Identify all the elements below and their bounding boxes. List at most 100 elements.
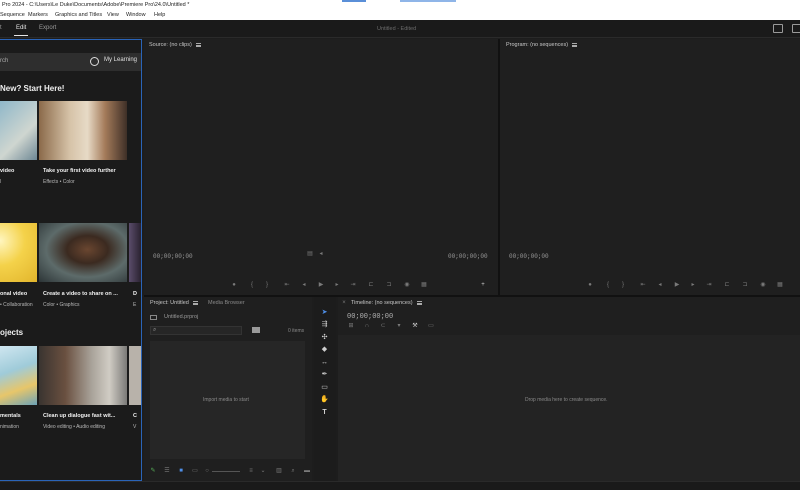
tutorial-thumbnail[interactable]: [39, 346, 127, 405]
project-tab[interactable]: Project: Untitled: [150, 300, 198, 306]
list-view-icon[interactable]: ☰: [164, 468, 170, 474]
learn-search-bar[interactable]: rch My Learning: [0, 53, 141, 71]
new-item-folder-icon[interactable]: ▬: [304, 468, 310, 474]
go-to-out-icon[interactable]: ⇥: [350, 282, 356, 288]
ripple-edit-tool-icon[interactable]: ✣: [320, 333, 329, 342]
card-title[interactable]: video: [0, 168, 14, 174]
card-title[interactable]: Create a video to share on ...: [43, 291, 118, 297]
menu-markers[interactable]: Markers: [28, 10, 48, 20]
step-forward-icon[interactable]: ▸: [334, 282, 340, 288]
new-bin-icon[interactable]: [252, 327, 260, 333]
project-tab-label[interactable]: Project: Untitled: [150, 300, 189, 306]
project-drop-area[interactable]: Import media to start: [150, 341, 305, 459]
nest-icon[interactable]: ⊞: [348, 323, 354, 329]
pen-tool-icon[interactable]: ✒: [320, 370, 329, 379]
lift-icon[interactable]: ⊏: [724, 282, 730, 288]
quick-export-icon[interactable]: [792, 24, 800, 33]
card-title[interactable]: onal video: [0, 291, 27, 297]
settings-icon[interactable]: ▤: [307, 251, 313, 257]
captions-icon[interactable]: ▭: [428, 323, 434, 329]
chevron-down-icon[interactable]: ⌄: [260, 468, 266, 474]
tutorial-thumbnail[interactable]: [0, 346, 37, 405]
learn-search-input[interactable]: rch: [0, 58, 8, 64]
tab-export[interactable]: Export: [39, 25, 56, 31]
card-title[interactable]: mentals: [0, 413, 21, 419]
workspace-icon[interactable]: [773, 24, 783, 33]
add-marker-icon[interactable]: ●: [587, 282, 593, 288]
timeline-timecode[interactable]: 00;00;00;00: [347, 313, 393, 321]
tutorial-thumbnail[interactable]: [0, 223, 37, 282]
media-browser-tab[interactable]: Media Browser: [208, 300, 245, 306]
mark-in-icon[interactable]: {: [605, 282, 611, 288]
menu-help[interactable]: Help: [154, 10, 165, 20]
menu-graphics-and-titles[interactable]: Graphics and Titles: [55, 10, 102, 20]
go-to-out-icon[interactable]: ⇥: [706, 282, 712, 288]
comparison-view-icon[interactable]: ▦: [777, 282, 783, 288]
linked-selection-icon[interactable]: ⊂: [380, 323, 386, 329]
tab-edit[interactable]: Edit: [13, 25, 29, 36]
track-select-tool-icon[interactable]: ⇶: [320, 320, 329, 329]
insert-icon[interactable]: ◂: [318, 251, 324, 257]
card-title[interactable]: Clean up dialogue fast wit...: [43, 413, 115, 419]
pencil-icon[interactable]: ✎: [150, 468, 156, 474]
timeline-drop-area[interactable]: Drop media here to create sequence.: [338, 335, 800, 481]
mark-in-icon[interactable]: {: [249, 282, 255, 288]
rectangle-tool-icon[interactable]: ▭: [320, 383, 329, 392]
type-tool-icon[interactable]: T: [320, 408, 329, 417]
magnet-icon[interactable]: ∩: [364, 323, 370, 329]
mark-out-icon[interactable]: }: [264, 282, 270, 288]
zoom-slider[interactable]: [212, 471, 240, 472]
tutorial-thumbnail[interactable]: [0, 101, 37, 160]
program-monitor-header[interactable]: Program: (no sequences): [506, 42, 578, 48]
insert-clip-icon[interactable]: ⊏: [368, 282, 374, 288]
user-icon[interactable]: [90, 57, 99, 66]
export-frame-icon[interactable]: ◉: [404, 282, 410, 288]
step-back-icon[interactable]: ◂: [301, 282, 307, 288]
extract-icon[interactable]: ⊐: [742, 282, 748, 288]
timeline-header[interactable]: Timeline: (no sequences): [351, 300, 422, 306]
play-icon[interactable]: ▶: [318, 282, 324, 288]
step-back-icon[interactable]: ◂: [657, 282, 663, 288]
tutorial-thumbnail[interactable]: [39, 101, 127, 160]
overwrite-icon[interactable]: ⊐: [386, 282, 392, 288]
panel-menu-icon[interactable]: [195, 43, 201, 47]
card-title[interactable]: D: [133, 291, 137, 297]
source-timecode-current[interactable]: 00;00;00;00: [153, 253, 193, 260]
step-forward-icon[interactable]: ▸: [690, 282, 696, 288]
drag-video-icon[interactable]: ▦: [421, 282, 427, 288]
panel-menu-icon[interactable]: [572, 43, 578, 47]
play-icon[interactable]: ▶: [674, 282, 680, 288]
program-timecode-current[interactable]: 00;00;00;00: [509, 253, 549, 260]
close-icon[interactable]: ×: [341, 300, 347, 306]
export-frame-icon[interactable]: ◉: [760, 282, 766, 288]
go-to-in-icon[interactable]: ⇤: [284, 282, 290, 288]
icon-view-icon[interactable]: ■: [178, 468, 184, 474]
slip-tool-icon[interactable]: ↔: [320, 358, 329, 367]
project-search-input[interactable]: ⌕: [150, 326, 242, 335]
mark-out-icon[interactable]: }: [620, 282, 626, 288]
menu-view[interactable]: View: [107, 10, 119, 20]
find-icon[interactable]: ⌕: [290, 468, 296, 474]
selection-tool-icon[interactable]: ➤: [320, 308, 329, 317]
panel-menu-icon[interactable]: [416, 301, 422, 305]
tutorial-thumbnail[interactable]: [129, 346, 141, 405]
menu-window[interactable]: Window: [126, 10, 146, 20]
wrench-icon[interactable]: ⚒: [412, 323, 418, 329]
add-button-icon[interactable]: +: [480, 282, 486, 288]
automate-to-sequence-icon[interactable]: ▥: [276, 468, 282, 474]
freeform-view-icon[interactable]: ▭: [192, 468, 198, 474]
tutorial-thumbnail[interactable]: [129, 223, 141, 282]
tutorial-thumbnail[interactable]: [39, 223, 127, 282]
hand-tool-icon[interactable]: ✋: [320, 395, 329, 404]
card-title[interactable]: C: [133, 413, 137, 419]
program-monitor-title[interactable]: Program: (no sequences): [506, 42, 568, 48]
timeline-title[interactable]: Timeline: (no sequences): [351, 300, 413, 306]
card-title[interactable]: Take your first video further: [43, 168, 116, 174]
zoom-out-icon[interactable]: ○: [204, 468, 210, 474]
source-monitor-title[interactable]: Source: (no clips): [149, 42, 192, 48]
tab-import[interactable]: t: [0, 25, 2, 31]
marker-icon[interactable]: ▾: [396, 323, 402, 329]
menu-sequence[interactable]: Sequence: [0, 10, 25, 20]
sort-icon[interactable]: ≡: [248, 468, 254, 474]
my-learning-button[interactable]: My Learning: [104, 57, 137, 63]
